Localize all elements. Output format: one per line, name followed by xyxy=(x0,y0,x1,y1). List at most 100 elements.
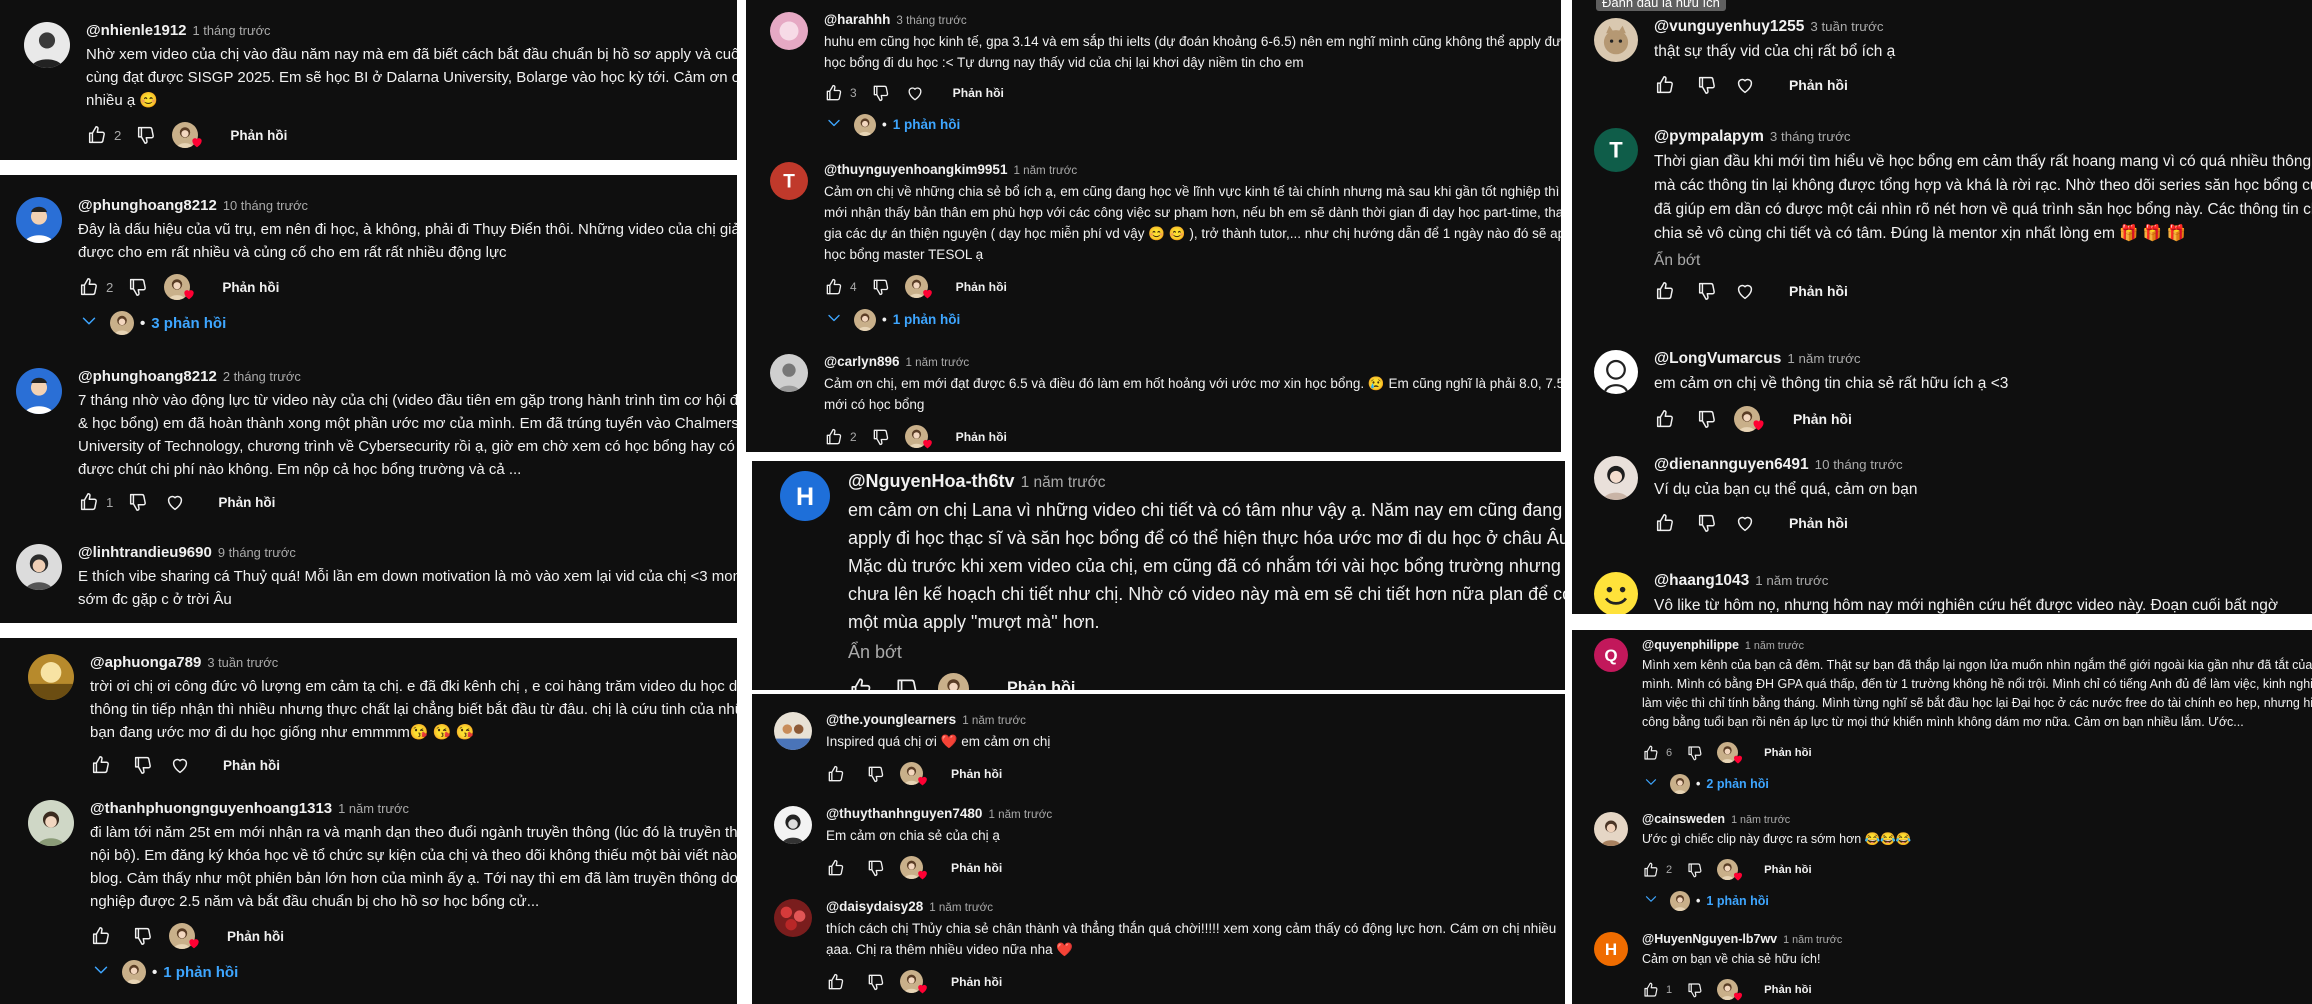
author-name[interactable]: @nhienle1912 xyxy=(86,22,187,39)
avatar[interactable]: T xyxy=(770,162,808,200)
author-name[interactable]: @thanhphuongnguyenhoang1313 xyxy=(90,800,332,817)
reply-button[interactable]: Phản hồi xyxy=(951,975,1002,989)
dislike-icon[interactable] xyxy=(1686,981,1704,999)
avatar[interactable] xyxy=(1594,812,1628,846)
dislike-icon[interactable] xyxy=(866,858,886,878)
avatar[interactable] xyxy=(16,197,62,243)
like-icon[interactable] xyxy=(1654,280,1676,302)
dislike-icon[interactable] xyxy=(871,277,891,297)
view-replies-button[interactable]: • 3 phản hồi xyxy=(78,310,737,336)
reply-button[interactable]: Phản hồi xyxy=(222,280,279,295)
dislike-icon[interactable] xyxy=(135,124,157,146)
comment-time[interactable]: 10 tháng trước xyxy=(223,198,308,213)
creator-heart[interactable] xyxy=(1717,742,1743,764)
heart-icon[interactable] xyxy=(169,754,191,776)
comment-time[interactable]: 1 năm trước xyxy=(1731,814,1790,826)
dislike-icon[interactable] xyxy=(1696,74,1718,96)
author-name[interactable]: @quyenphilippe xyxy=(1642,638,1739,652)
author-name[interactable]: @phunghoang8212 xyxy=(78,368,217,385)
like-icon[interactable] xyxy=(78,621,100,623)
creator-heart[interactable] xyxy=(904,425,932,449)
view-replies-button[interactable]: • 1 phản hồi xyxy=(90,959,737,985)
like-icon[interactable] xyxy=(1654,408,1676,430)
heart-icon[interactable] xyxy=(1734,512,1756,534)
view-replies-button[interactable]: • 2 phản hồi xyxy=(1642,773,2312,794)
dislike-icon[interactable] xyxy=(1696,512,1718,534)
author-name[interactable]: @LongVumarcus xyxy=(1654,350,1781,367)
heart-icon[interactable] xyxy=(905,83,925,103)
avatar[interactable] xyxy=(1594,18,1638,62)
reply-button[interactable]: Phản hồi xyxy=(1007,679,1075,690)
author-name[interactable]: @vunguyenhuy1255 xyxy=(1654,18,1804,35)
comment-time[interactable]: 3 tuần trước xyxy=(207,655,278,670)
comment-time[interactable]: 1 năm trước xyxy=(988,808,1052,821)
author-name[interactable]: @thuythanhnguyen7480 xyxy=(826,806,982,821)
comment-time[interactable]: 3 tuần trước xyxy=(1810,19,1883,34)
comment-time[interactable]: 1 năm trước xyxy=(1745,640,1804,652)
reply-button[interactable]: Phản hồi xyxy=(1764,747,1812,759)
dislike-icon[interactable] xyxy=(132,754,154,776)
author-name[interactable]: @aphuonga789 xyxy=(90,654,201,671)
dislike-icon[interactable] xyxy=(894,676,920,690)
dislike-icon[interactable] xyxy=(127,491,149,513)
heart-icon[interactable] xyxy=(164,491,186,513)
reply-button[interactable]: Phản hồi xyxy=(227,929,284,944)
creator-heart[interactable] xyxy=(1734,406,1764,432)
avatar[interactable]: T xyxy=(1594,128,1638,172)
avatar[interactable]: Q xyxy=(1594,638,1628,672)
reply-button[interactable]: Phản hồi xyxy=(1789,77,1848,93)
creator-heart[interactable] xyxy=(1717,979,1743,1001)
creator-heart[interactable] xyxy=(1717,859,1743,881)
comment-time[interactable]: 1 năm trước xyxy=(1013,164,1077,177)
reply-button[interactable]: Phản hồi xyxy=(1764,864,1812,876)
dislike-icon[interactable] xyxy=(1686,744,1704,762)
like-icon[interactable] xyxy=(826,972,846,992)
comment-time[interactable]: 1 năm trước xyxy=(905,356,969,369)
comment-time[interactable]: 3 tháng trước xyxy=(896,14,966,27)
author-name[interactable]: @thuynguyenhoangkim9951 xyxy=(824,162,1007,177)
like-icon[interactable] xyxy=(90,925,112,947)
author-name[interactable]: @daisydaisy28 xyxy=(826,899,923,914)
dislike-icon[interactable] xyxy=(1686,861,1704,879)
reply-button[interactable]: Phản hồi xyxy=(956,280,1007,294)
creator-heart[interactable] xyxy=(904,275,932,299)
dislike-icon[interactable] xyxy=(866,764,886,784)
show-less-link[interactable]: Ẩn bớt xyxy=(1654,252,2312,270)
avatar[interactable] xyxy=(1594,572,1638,614)
like-icon[interactable] xyxy=(824,83,844,103)
like-icon[interactable] xyxy=(848,676,874,690)
view-replies-button[interactable]: • 1 phản hồi xyxy=(824,308,1561,331)
avatar[interactable] xyxy=(16,544,62,590)
like-icon[interactable] xyxy=(1642,744,1660,762)
avatar[interactable] xyxy=(16,368,62,414)
like-icon[interactable] xyxy=(78,491,100,513)
dislike-icon[interactable] xyxy=(120,621,142,623)
reply-button[interactable]: Phản hồi xyxy=(1789,283,1848,299)
author-name[interactable]: @the.younglearners xyxy=(826,712,956,727)
comment-time[interactable]: 9 tháng trước xyxy=(218,545,296,560)
avatar[interactable] xyxy=(1594,350,1638,394)
reply-button[interactable]: Phản hồi xyxy=(953,86,1004,100)
comment-time[interactable]: 1 năm trước xyxy=(1787,351,1860,366)
avatar[interactable] xyxy=(774,712,812,750)
dislike-icon[interactable] xyxy=(1696,408,1718,430)
author-name[interactable]: @carlyn896 xyxy=(824,354,899,369)
author-name[interactable]: @pympalapym xyxy=(1654,128,1764,145)
author-name[interactable]: @cainsweden xyxy=(1642,812,1725,826)
avatar[interactable] xyxy=(770,354,808,392)
view-replies-button[interactable]: • 1 phản hồi xyxy=(824,113,1561,136)
comment-time[interactable]: 1 năm trước xyxy=(1021,474,1106,491)
like-icon[interactable] xyxy=(824,277,844,297)
author-name[interactable]: @phunghoang8212 xyxy=(78,197,217,214)
dislike-icon[interactable] xyxy=(866,972,886,992)
avatar[interactable] xyxy=(28,800,74,846)
view-replies-button[interactable]: • 1 phản hồi xyxy=(1642,890,2312,911)
like-icon[interactable] xyxy=(1654,512,1676,534)
creator-heart[interactable] xyxy=(900,762,927,786)
dislike-icon[interactable] xyxy=(871,427,891,447)
reply-button[interactable]: Phản hồi xyxy=(951,861,1002,875)
dislike-icon[interactable] xyxy=(132,925,154,947)
like-icon[interactable] xyxy=(1642,861,1660,879)
comment-time[interactable]: 1 tháng trước xyxy=(193,23,271,38)
author-name[interactable]: @linhtrandieu9690 xyxy=(78,544,212,561)
